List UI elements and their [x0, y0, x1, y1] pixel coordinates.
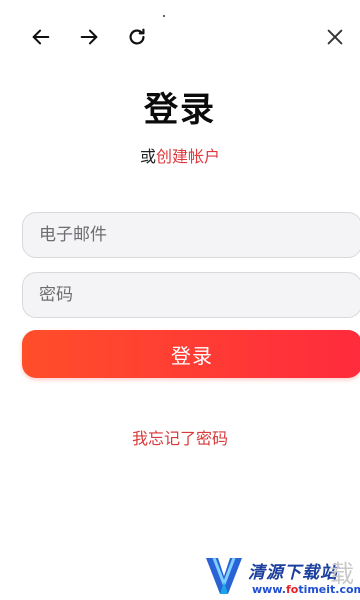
close-button[interactable]: [320, 22, 350, 52]
login-button[interactable]: 登录: [22, 330, 360, 378]
create-account-link[interactable]: 创建帐户: [156, 147, 220, 166]
email-field[interactable]: [22, 212, 360, 258]
reload-button[interactable]: [122, 22, 152, 52]
forgot-password-link[interactable]: 我忘记了密码: [0, 425, 360, 449]
subline-prefix: 或: [139, 147, 156, 166]
page-title: 登录: [144, 90, 216, 130]
password-field[interactable]: [22, 272, 360, 318]
forward-button[interactable]: [74, 22, 104, 52]
watermark-ghost-char: 载: [330, 560, 354, 588]
close-icon: [327, 29, 343, 45]
status-dot: [163, 15, 165, 17]
browser-nav-bar: [0, 22, 360, 52]
back-button[interactable]: [26, 22, 56, 52]
reload-icon: [129, 28, 145, 45]
arrow-right-icon: [80, 29, 98, 45]
watermark-site-name: 清源下载站: [248, 563, 338, 583]
site-watermark: 清源下载站 www.fotimeit.com 载: [200, 548, 360, 600]
arrow-left-icon: [32, 29, 50, 45]
create-account-line: 或创建帐户: [0, 143, 360, 167]
watermark-logo-icon: [206, 557, 242, 594]
